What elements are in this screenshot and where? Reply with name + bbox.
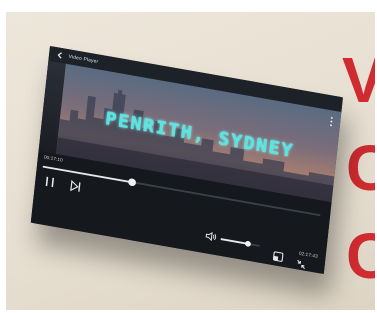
exit-fullscreen-icon[interactable] [295,258,308,271]
background-letter-2: C [346,132,375,204]
background-letter-3: C [346,220,375,292]
more-vertical-icon[interactable] [328,116,335,128]
screen-mode-icon[interactable] [272,250,285,263]
player-title: Video Player [68,54,99,65]
skip-next-icon[interactable] [68,179,83,194]
promo-canvas: V C C Video Player PENRITH, SYDNEY 00:17… [6,12,375,310]
background-letter-1: V [342,44,375,116]
speaker-icon[interactable] [205,231,218,242]
seek-bar-thumb[interactable] [127,177,136,187]
volume-thumb[interactable] [244,240,252,248]
back-chevron-icon[interactable] [53,49,66,62]
video-player-window: Video Player PENRITH, SYDNEY 00:17:10 02… [30,46,343,274]
current-time: 00:17:10 [43,154,64,164]
volume-slider[interactable] [220,238,260,248]
pause-icon[interactable] [43,174,58,189]
